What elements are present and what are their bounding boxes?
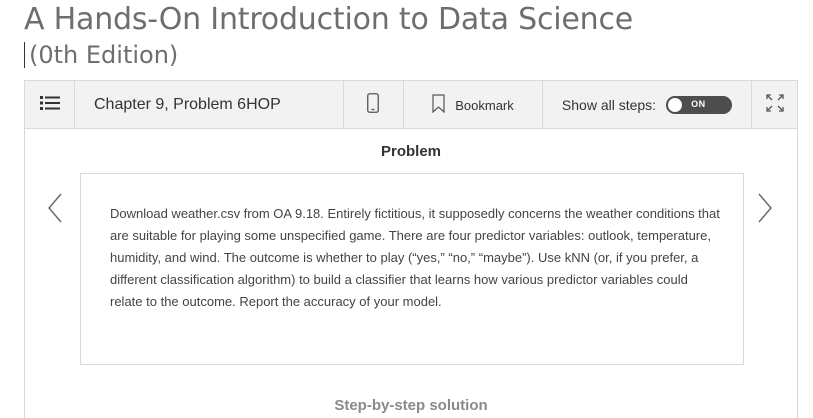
chapter-problem-label: Chapter 9, Problem 6HOP — [94, 96, 281, 113]
solution-heading: Step-by-step solution — [334, 397, 488, 414]
next-problem-button[interactable] — [757, 193, 773, 228]
previous-problem-button[interactable] — [47, 193, 63, 228]
problem-text: Download weather.csv from OA 9.18. Entir… — [110, 206, 720, 309]
toolbar: Chapter 9, Problem 6HOP Bookmark Show al… — [25, 81, 797, 129]
problem-heading: Problem — [380, 143, 441, 160]
expand-icon — [765, 93, 785, 118]
problem-panel: Chapter 9, Problem 6HOP Bookmark Show al… — [24, 80, 798, 418]
book-edition: (0th Edition) — [29, 41, 179, 69]
list-icon — [39, 95, 60, 116]
toggle-knob — [667, 97, 684, 113]
fullscreen-button[interactable] — [752, 81, 797, 129]
book-title: A Hands-On Introduction to Data Science — [24, 2, 634, 37]
bookmark-icon — [432, 94, 445, 116]
show-all-steps-control: Show all steps: ON — [543, 81, 751, 129]
show-all-steps-label: Show all steps: — [561, 97, 657, 113]
toolbar-divider — [74, 81, 75, 129]
menu-button[interactable] — [25, 81, 74, 129]
mobile-view-button[interactable] — [343, 81, 403, 129]
chevron-right-icon — [757, 193, 773, 227]
chevron-left-icon — [47, 193, 63, 227]
show-all-steps-toggle[interactable]: ON — [666, 96, 733, 114]
toggle-state-label: ON — [691, 99, 706, 109]
bookmark-button[interactable]: Bookmark — [404, 81, 542, 129]
problem-statement-box: Download weather.csv from OA 9.18. Entir… — [80, 173, 744, 365]
mobile-phone-icon — [367, 92, 379, 118]
bookmark-label: Bookmark — [455, 97, 514, 113]
